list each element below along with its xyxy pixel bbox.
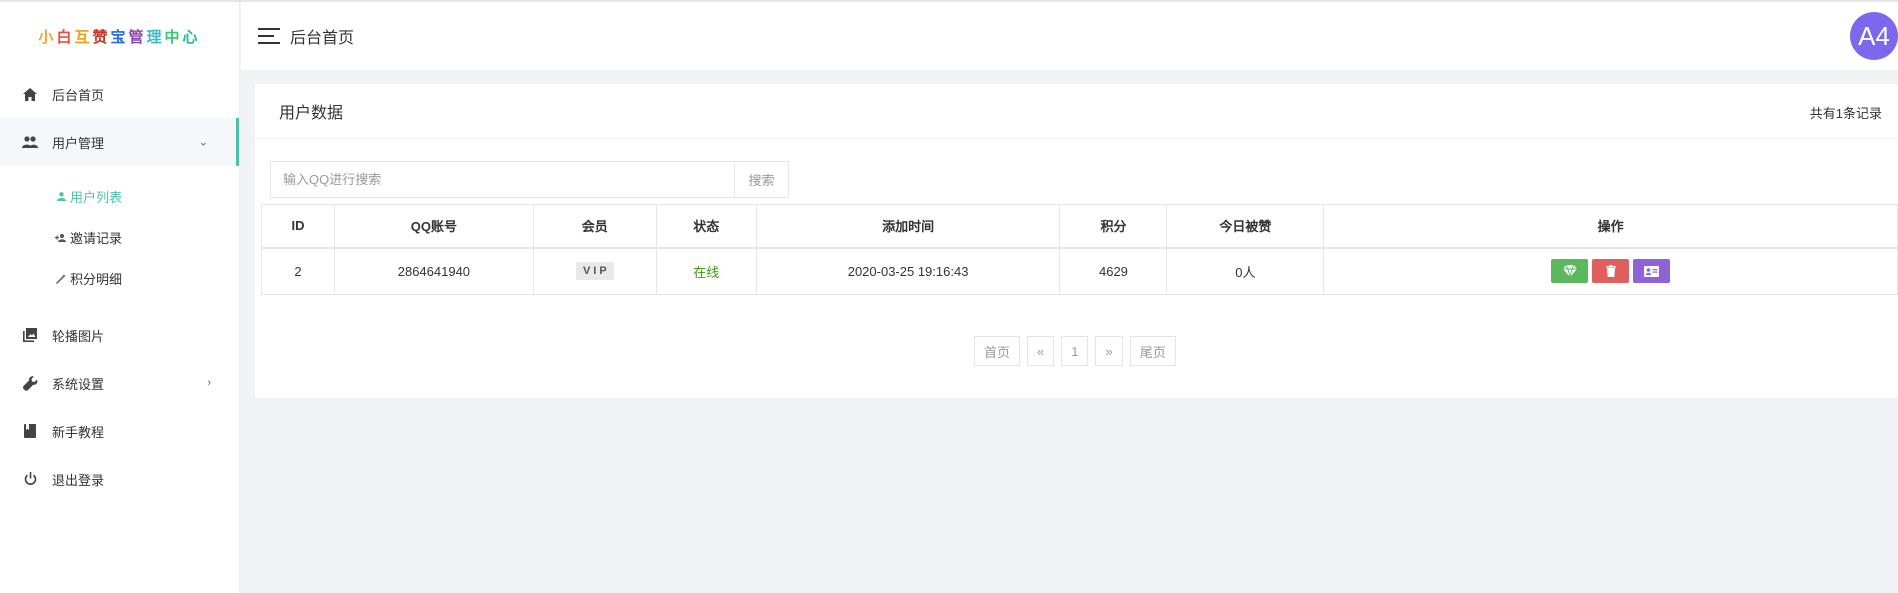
logo-char: 宝 bbox=[110, 28, 129, 46]
status-badge: 在线 bbox=[693, 264, 720, 280]
wrench-icon bbox=[22, 375, 38, 391]
users-icon bbox=[22, 134, 38, 150]
logo-char: 中 bbox=[164, 28, 183, 46]
diamond-icon bbox=[1562, 265, 1577, 278]
sidebar-item-label: 新手教程 bbox=[52, 424, 105, 440]
avatar[interactable]: A4 bbox=[1850, 12, 1898, 60]
vip-badge: VIP bbox=[575, 262, 614, 281]
logo-char: 白 bbox=[56, 28, 75, 46]
sidebar-item-carousel-images[interactable]: 轮播图片 bbox=[0, 311, 239, 359]
home-icon bbox=[22, 86, 38, 102]
sidebar-item-user-management[interactable]: 用户管理 ⌄ bbox=[0, 118, 239, 166]
search-button[interactable]: 搜索 bbox=[734, 161, 789, 198]
logo[interactable]: 小 白 互 赞 宝 管 理 中 心 bbox=[0, 2, 239, 70]
cell-qq: 2864641940 bbox=[333, 247, 534, 295]
sidebar-subitem-label: 邀请记录 bbox=[70, 231, 123, 246]
logo-char: 小 bbox=[38, 28, 57, 46]
sidebar-subitem-label: 用户列表 bbox=[70, 190, 123, 205]
logo-char: 理 bbox=[146, 28, 165, 46]
table-header-row: ID QQ账号 会员 状态 添加时间 积分 今日被赞 操作 bbox=[261, 204, 1898, 248]
column-header: ID bbox=[261, 204, 335, 248]
sidebar-item-label: 后台首页 bbox=[52, 87, 105, 103]
search-input[interactable] bbox=[270, 161, 734, 198]
column-header: QQ账号 bbox=[333, 204, 534, 248]
logo-char: 互 bbox=[74, 28, 93, 46]
chevron-right-icon: › bbox=[207, 377, 211, 389]
logo-char: 心 bbox=[182, 28, 201, 46]
sidebar-subitem-invite-records[interactable]: 邀请记录 bbox=[0, 217, 239, 258]
pager-page-current[interactable]: 1 bbox=[1061, 336, 1089, 366]
card-title: 用户数据 bbox=[279, 105, 344, 122]
column-header: 会员 bbox=[532, 204, 657, 248]
chevron-down-icon: ⌄ bbox=[198, 136, 208, 149]
column-header: 今日被赞 bbox=[1166, 204, 1325, 248]
sidebar-item-label: 轮播图片 bbox=[52, 328, 105, 344]
cell-added-time: 2020-03-25 19:16:43 bbox=[755, 247, 1061, 295]
wand-icon bbox=[54, 273, 68, 284]
trash-icon bbox=[1605, 265, 1616, 278]
user-data-card: 用户数据 共有1条记录 搜索 ID QQ账号 会员 状态 添加时间 积分 今日被… bbox=[255, 84, 1898, 398]
pager-first[interactable]: 首页 bbox=[974, 336, 1021, 366]
sidebar-item-home[interactable]: 后台首页 bbox=[0, 70, 239, 118]
sidebar-item-tutorial[interactable]: 新手教程 bbox=[0, 407, 239, 455]
sidebar-subitem-points-detail[interactable]: 积分明细 bbox=[0, 258, 239, 299]
card-header: 用户数据 共有1条记录 bbox=[255, 84, 1898, 139]
set-vip-button[interactable] bbox=[1551, 259, 1589, 284]
power-icon bbox=[22, 471, 38, 487]
sidebar-item-system-settings[interactable]: 系统设置 › bbox=[0, 359, 239, 407]
page-title: 后台首页 bbox=[290, 30, 355, 47]
cell-likes-today: 0人 bbox=[1166, 247, 1325, 295]
sidebar-item-label: 系统设置 bbox=[52, 376, 105, 392]
pager-next[interactable]: » bbox=[1095, 336, 1123, 366]
search-bar: 搜索 bbox=[270, 161, 789, 198]
user-table: ID QQ账号 会员 状态 添加时间 积分 今日被赞 操作 2 28646419… bbox=[261, 204, 1898, 295]
cell-id: 2 bbox=[261, 247, 335, 295]
top-header: 后台首页 A4 bbox=[241, 2, 1898, 70]
delete-button[interactable] bbox=[1592, 259, 1630, 284]
pager-prev[interactable]: « bbox=[1027, 336, 1055, 366]
image-icon bbox=[22, 327, 38, 343]
record-count: 共有1条记录 bbox=[1809, 106, 1882, 121]
pager-last[interactable]: 尾页 bbox=[1129, 336, 1176, 366]
cell-points: 4629 bbox=[1059, 247, 1168, 295]
sidebar-subitem-label: 积分明细 bbox=[70, 272, 123, 287]
sidebar-item-label: 退出登录 bbox=[52, 472, 105, 488]
column-header: 积分 bbox=[1059, 204, 1168, 248]
sidebar-item-logout[interactable]: 退出登录 bbox=[0, 455, 239, 503]
menu-toggle-icon[interactable] bbox=[258, 28, 280, 44]
user-icon bbox=[54, 192, 68, 201]
logo-char: 管 bbox=[128, 28, 147, 46]
sidebar-item-label: 用户管理 bbox=[52, 135, 105, 151]
user-add-icon bbox=[54, 233, 68, 242]
cell-status: 在线 bbox=[655, 247, 757, 295]
column-header: 添加时间 bbox=[755, 204, 1061, 248]
column-header: 状态 bbox=[655, 204, 757, 248]
id-card-icon bbox=[1644, 265, 1660, 277]
cell-actions bbox=[1323, 247, 1898, 295]
book-icon bbox=[22, 423, 38, 439]
sidebar: 小 白 互 赞 宝 管 理 中 心 后台首页 用户管理 ⌄ 用户列表 邀请记录 … bbox=[0, 2, 240, 593]
logo-char: 赞 bbox=[92, 28, 111, 46]
submenu-user-management: 用户列表 邀请记录 积分明细 bbox=[0, 166, 239, 311]
cell-member: VIP bbox=[532, 247, 657, 295]
pagination: 首页 « 1 » 尾页 bbox=[974, 336, 1176, 366]
table-row: 2 2864641940 VIP 在线 2020-03-25 19:16:43 … bbox=[261, 247, 1898, 295]
column-header: 操作 bbox=[1323, 204, 1898, 248]
user-detail-button[interactable] bbox=[1633, 259, 1671, 284]
sidebar-subitem-user-list[interactable]: 用户列表 bbox=[0, 176, 239, 217]
